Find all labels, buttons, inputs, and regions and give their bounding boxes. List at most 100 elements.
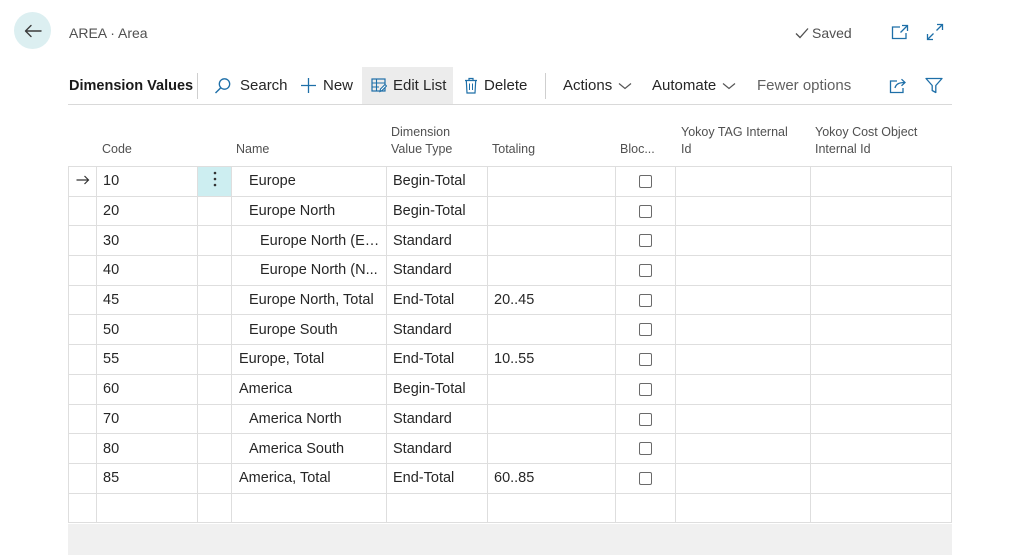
column-header-name[interactable]: Name <box>236 141 269 158</box>
row-actions-cell[interactable] <box>197 403 232 435</box>
yokoy-tag-internal-id-cell[interactable] <box>675 492 811 524</box>
row-actions-cell[interactable] <box>197 255 232 286</box>
yokoy-cost-object-internal-id-cell[interactable] <box>810 195 952 227</box>
blocked-checkbox[interactable] <box>639 204 652 218</box>
column-header-code[interactable]: Code <box>102 141 132 158</box>
totaling-cell[interactable] <box>487 314 616 346</box>
code-cell[interactable]: 40 <box>96 255 198 286</box>
blocked-checkbox[interactable] <box>639 382 652 396</box>
table-row[interactable]: 55 Europe, Total End-Total 10..55 <box>68 344 952 375</box>
row-actions-cell[interactable] <box>197 433 232 464</box>
name-cell[interactable]: America North <box>231 403 387 435</box>
row-actions-cell[interactable] <box>197 225 232 257</box>
totaling-cell[interactable] <box>487 225 616 257</box>
row-actions-cell[interactable] <box>197 284 232 316</box>
edit-list-button[interactable]: Edit List <box>362 67 453 104</box>
table-row[interactable]: 45 Europe North, Total End-Total 20..45 <box>68 284 952 316</box>
dimension-value-type-cell[interactable]: Begin-Total <box>386 166 488 197</box>
name-cell[interactable]: America, Total <box>231 462 387 494</box>
yokoy-cost-object-internal-id-cell[interactable] <box>810 225 952 257</box>
code-cell[interactable]: 30 <box>96 225 198 257</box>
dimension-value-type-cell[interactable]: End-Total <box>386 284 488 316</box>
yokoy-cost-object-internal-id-cell[interactable] <box>810 373 952 405</box>
yokoy-cost-object-internal-id-cell[interactable] <box>810 284 952 316</box>
yokoy-tag-internal-id-cell[interactable] <box>675 433 811 464</box>
row-actions-cell[interactable] <box>197 344 232 375</box>
yokoy-cost-object-internal-id-cell[interactable] <box>810 403 952 435</box>
blocked-cell[interactable] <box>615 373 676 405</box>
yokoy-cost-object-internal-id-cell[interactable] <box>810 314 952 346</box>
name-cell[interactable]: Europe North, Total <box>231 284 387 316</box>
row-indicator-cell[interactable] <box>68 373 97 405</box>
yokoy-tag-internal-id-cell[interactable] <box>675 225 811 257</box>
totaling-cell[interactable]: 60..85 <box>487 462 616 494</box>
yokoy-tag-internal-id-cell[interactable] <box>675 373 811 405</box>
totaling-cell[interactable]: 10..55 <box>487 344 616 375</box>
name-cell[interactable]: Europe South <box>231 314 387 346</box>
row-indicator-cell[interactable] <box>68 284 97 316</box>
totaling-cell[interactable] <box>487 403 616 435</box>
blocked-cell[interactable] <box>615 195 676 227</box>
table-row[interactable]: 85 America, Total End-Total 60..85 <box>68 462 952 494</box>
blocked-checkbox[interactable] <box>639 175 652 189</box>
dimension-value-type-cell[interactable]: End-Total <box>386 462 488 494</box>
delete-button[interactable]: Delete <box>464 67 527 104</box>
yokoy-cost-object-internal-id-cell[interactable] <box>810 166 952 197</box>
row-indicator-cell[interactable] <box>68 255 97 286</box>
dimension-value-type-cell[interactable]: Standard <box>386 433 488 464</box>
blocked-cell[interactable] <box>615 403 676 435</box>
totaling-cell[interactable] <box>487 255 616 286</box>
blocked-cell[interactable] <box>615 255 676 286</box>
yokoy-cost-object-internal-id-cell[interactable] <box>810 492 952 524</box>
filter-button[interactable] <box>925 67 943 104</box>
row-indicator-cell[interactable] <box>68 344 97 375</box>
blocked-cell[interactable] <box>615 284 676 316</box>
table-row[interactable]: 70 America North Standard <box>68 403 952 435</box>
row-actions-cell[interactable] <box>197 373 232 405</box>
name-cell[interactable]: Europe North <box>231 195 387 227</box>
yokoy-tag-internal-id-cell[interactable] <box>675 344 811 375</box>
code-cell[interactable]: 80 <box>96 433 198 464</box>
row-actions-cell[interactable] <box>197 462 232 494</box>
share-button[interactable] <box>889 67 907 104</box>
name-cell[interactable]: Europe, Total <box>231 344 387 375</box>
dimension-value-type-cell[interactable]: Standard <box>386 255 488 286</box>
row-indicator-cell[interactable] <box>68 462 97 494</box>
search-button[interactable]: Search <box>214 67 288 104</box>
actions-menu[interactable]: Actions <box>563 67 632 104</box>
dimension-value-type-cell[interactable]: End-Total <box>386 344 488 375</box>
yokoy-tag-internal-id-cell[interactable] <box>675 403 811 435</box>
table-row[interactable]: 40 Europe North (N... Standard <box>68 255 952 286</box>
column-header-yokoy-tag-internal-id[interactable]: Yokoy TAG Internal Id <box>681 124 788 158</box>
code-cell[interactable]: 50 <box>96 314 198 346</box>
name-cell[interactable] <box>231 492 387 524</box>
dimension-value-type-cell[interactable]: Begin-Total <box>386 195 488 227</box>
yokoy-cost-object-internal-id-cell[interactable] <box>810 344 952 375</box>
back-button[interactable] <box>14 12 51 49</box>
dimension-value-type-cell[interactable]: Standard <box>386 225 488 257</box>
table-row[interactable]: 10 Europe Begin-Total <box>68 166 952 197</box>
column-header-blocked[interactable]: Bloc... <box>620 141 655 158</box>
table-row[interactable]: 80 America South Standard <box>68 433 952 464</box>
new-row[interactable] <box>68 492 952 524</box>
blocked-cell[interactable] <box>615 314 676 346</box>
blocked-cell[interactable] <box>615 225 676 257</box>
row-indicator-cell[interactable] <box>68 314 97 346</box>
blocked-checkbox[interactable] <box>639 353 652 367</box>
code-cell[interactable]: 70 <box>96 403 198 435</box>
table-row[interactable]: 60 America Begin-Total <box>68 373 952 405</box>
automate-menu[interactable]: Automate <box>652 67 736 104</box>
blocked-checkbox[interactable] <box>639 264 652 278</box>
blocked-cell[interactable] <box>615 492 676 524</box>
row-actions-cell[interactable] <box>197 195 232 227</box>
column-header-yokoy-cost-object-internal-id[interactable]: Yokoy Cost Object Internal Id <box>815 124 917 158</box>
dimension-value-type-cell[interactable] <box>386 492 488 524</box>
blocked-checkbox[interactable] <box>639 471 652 485</box>
blocked-checkbox[interactable] <box>639 234 652 248</box>
row-indicator-cell[interactable] <box>68 166 97 197</box>
name-cell[interactable]: America South <box>231 433 387 464</box>
yokoy-tag-internal-id-cell[interactable] <box>675 284 811 316</box>
expand-button[interactable] <box>924 21 946 43</box>
blocked-cell[interactable] <box>615 433 676 464</box>
open-in-new-window-button[interactable] <box>889 21 911 43</box>
